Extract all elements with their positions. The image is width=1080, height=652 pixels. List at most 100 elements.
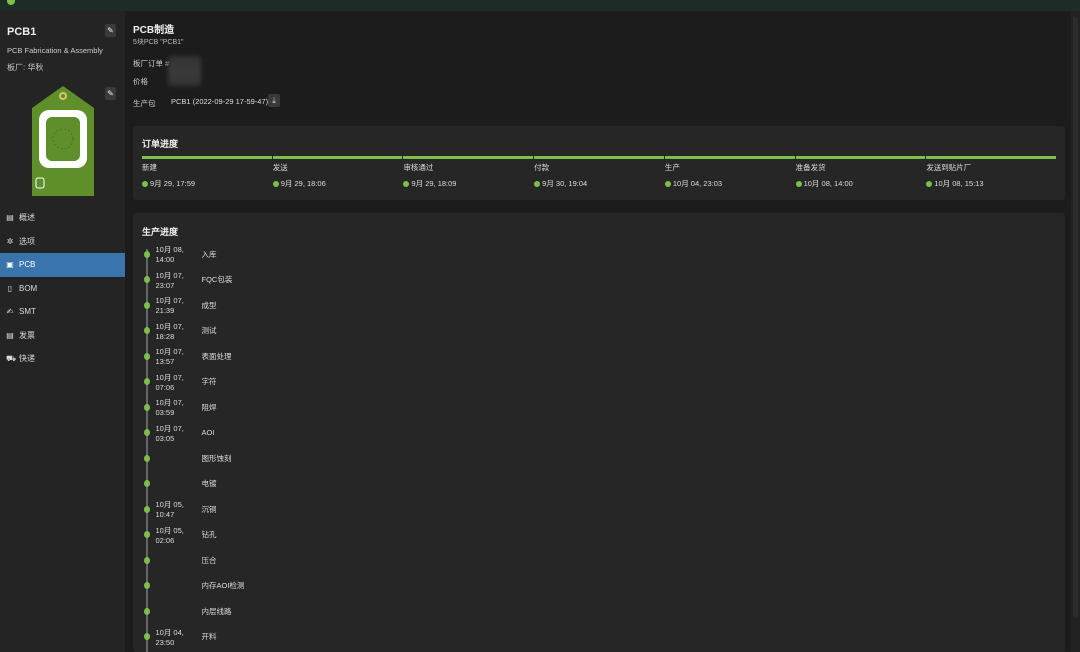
- sidebar-item-invoice[interactable]: ▤ 发票: [0, 324, 125, 348]
- timeline-dot-icon: [143, 378, 150, 385]
- order-step: 发送到贴片厂 10月 08, 15:13: [926, 156, 1057, 189]
- timeline-event: 10月 07, 23:07 FQC包装: [143, 271, 233, 290]
- sidebar-item-smt[interactable]: ✍ SMT: [0, 300, 125, 324]
- timeline-dot-icon: [143, 505, 150, 513]
- sidebar-item-overview[interactable]: ▤ 概述: [0, 206, 125, 230]
- timeline-event: 10月 07, 03:59 阻焊: [143, 398, 217, 417]
- step-time-text: 10月 08, 15:13: [934, 179, 984, 188]
- step-name: 生产: [664, 163, 680, 172]
- step-name: 发送: [272, 163, 288, 172]
- timeline-dot-icon: [143, 352, 150, 360]
- timeline-event: 10月 07, 18:28 测试: [143, 322, 217, 341]
- project-tag-image: [32, 86, 94, 196]
- event-name: 图形蚀刻: [201, 453, 232, 463]
- event-time: 10月 07, 13:57: [155, 347, 184, 366]
- timeline-dot-icon: [143, 633, 150, 640]
- timeline-dot-icon: [143, 582, 150, 589]
- price-label: 价格: [133, 77, 148, 86]
- timeline-event: 10月 07, 21:39 成型: [143, 296, 217, 315]
- timeline-dot-icon: [143, 454, 150, 462]
- order-step: 生产 10月 04, 23:03: [664, 156, 795, 189]
- nav-label: 发票: [19, 330, 35, 340]
- timeline-dot-icon: [143, 607, 150, 615]
- production-progress-card: 生产进度 10月 08, 14:00 入库 10月 07, 23:07 FQC包装 10…: [133, 213, 1065, 652]
- step-time-text: 9月 29, 18:06: [280, 179, 326, 188]
- event-name: 沉铜: [201, 504, 217, 514]
- timeline-event: 10月 05, 10:47 沉铜: [143, 500, 217, 519]
- scrollbar[interactable]: [1071, 11, 1080, 652]
- sidebar-item-options[interactable]: ✲ 选项: [0, 230, 125, 254]
- event-time: 10月 07, 03:05: [155, 423, 184, 443]
- event-time: 10月 05, 02:06: [155, 525, 184, 545]
- timeline-dot-icon: [143, 429, 150, 436]
- nav-label: SMT: [19, 307, 36, 317]
- event-name: 内存AOI检测: [201, 581, 245, 590]
- timeline-event: 10月 07, 03:05 AOI: [143, 424, 214, 443]
- order-step: 发送 9月 29, 18:06: [272, 156, 403, 189]
- event-name: 压合: [201, 555, 217, 565]
- scrollbar-thumb[interactable]: [1073, 17, 1078, 617]
- check-icon: [534, 180, 541, 187]
- timeline-dot-icon: [143, 327, 150, 334]
- event-name: 钻孔: [201, 530, 217, 539]
- event-name: 测试: [201, 326, 217, 335]
- event-time: 10月 07, 23:07: [155, 270, 184, 290]
- step-name: 新建: [142, 163, 157, 172]
- check-icon: [272, 180, 279, 187]
- order-step: 新建 9月 29, 17:59: [142, 156, 272, 189]
- edit-title-button[interactable]: ✎: [105, 24, 116, 37]
- step-time: 10月 08, 15:13: [926, 178, 1056, 189]
- order-step: 付款 9月 30, 19:04: [534, 156, 664, 189]
- step-time: 9月 30, 19:04: [534, 178, 664, 189]
- timeline-dot-icon: [143, 250, 150, 258]
- download-icon[interactable]: ⤓: [268, 94, 280, 107]
- event-time: 10月 07, 07:06: [155, 372, 184, 392]
- project-subtitle: PCB Fabrication & Assembly: [7, 46, 103, 55]
- step-name: 准备发货: [795, 163, 826, 172]
- check-icon: [795, 180, 802, 187]
- status-dot-icon: [7, 0, 15, 5]
- event-name: 内层线路: [201, 606, 232, 616]
- step-time-text: 10月 04, 23:03: [672, 179, 723, 188]
- step-time-text: 10月 08, 14:00: [803, 179, 853, 188]
- event-time: 10月 07, 03:59: [155, 398, 184, 417]
- step-time: 9月 29, 17:59: [142, 178, 272, 189]
- timeline-event: 10月 07, 07:06 字符: [143, 373, 217, 392]
- step-name: 付款: [534, 163, 550, 172]
- step-time-text: 9月 29, 17:59: [150, 179, 196, 188]
- event-time: 10月 04, 23:50: [155, 627, 184, 647]
- truck-icon: ⛟: [6, 353, 17, 363]
- event-time: 10月 05, 10:47: [155, 500, 184, 519]
- timeline-event: 10月 05, 02:06 钻孔: [143, 526, 217, 545]
- edit-image-button[interactable]: ✎: [105, 87, 116, 100]
- timeline-event: 压合: [143, 555, 217, 565]
- sidebar-item-bom[interactable]: ▯ BOM: [0, 277, 125, 301]
- sidebar-item-pcb[interactable]: ▣ PCB: [0, 253, 125, 277]
- event-name: 阻焊: [201, 402, 217, 412]
- order-step: 准备发货 10月 08, 14:00: [795, 156, 926, 189]
- page-subtitle: 5块PCB "PCB1": [133, 39, 184, 46]
- step-time-text: 9月 29, 18:09: [411, 179, 457, 188]
- timeline-dot-icon: [143, 480, 150, 487]
- timeline-dot-icon: [143, 403, 150, 411]
- nav-label: PCB: [19, 260, 36, 270]
- step-name: 发送到贴片厂: [926, 163, 972, 172]
- package-file-link[interactable]: PCB1 (2022-09-29 17-59-47).zip: [171, 97, 280, 106]
- event-name: FQC包装: [201, 275, 233, 284]
- brush-icon: ✍: [6, 307, 14, 317]
- step-time: 9月 29, 18:06: [272, 178, 403, 189]
- production-progress-title: 生产进度: [142, 227, 179, 237]
- timeline-dot-icon: [143, 276, 150, 283]
- page-title: PCB制造: [133, 25, 175, 36]
- step-time: 10月 08, 14:00: [795, 178, 926, 189]
- nav-label: 选项: [19, 236, 35, 246]
- order-steps: 新建 9月 29, 17:59 发送 9月 29, 18:06 审核通过 9月 29, 1…: [142, 156, 1057, 189]
- document-icon: ▤: [6, 213, 14, 223]
- check-icon: [664, 180, 671, 187]
- pcb-icon: ▣: [6, 260, 14, 270]
- timeline-dot-icon: [143, 556, 150, 564]
- sidebar-item-shipping[interactable]: ⛟ 快递: [0, 347, 125, 371]
- package-label: 生产包: [133, 99, 156, 108]
- event-name: 表面处理: [201, 351, 232, 361]
- step-time: 10月 04, 23:03: [664, 178, 795, 189]
